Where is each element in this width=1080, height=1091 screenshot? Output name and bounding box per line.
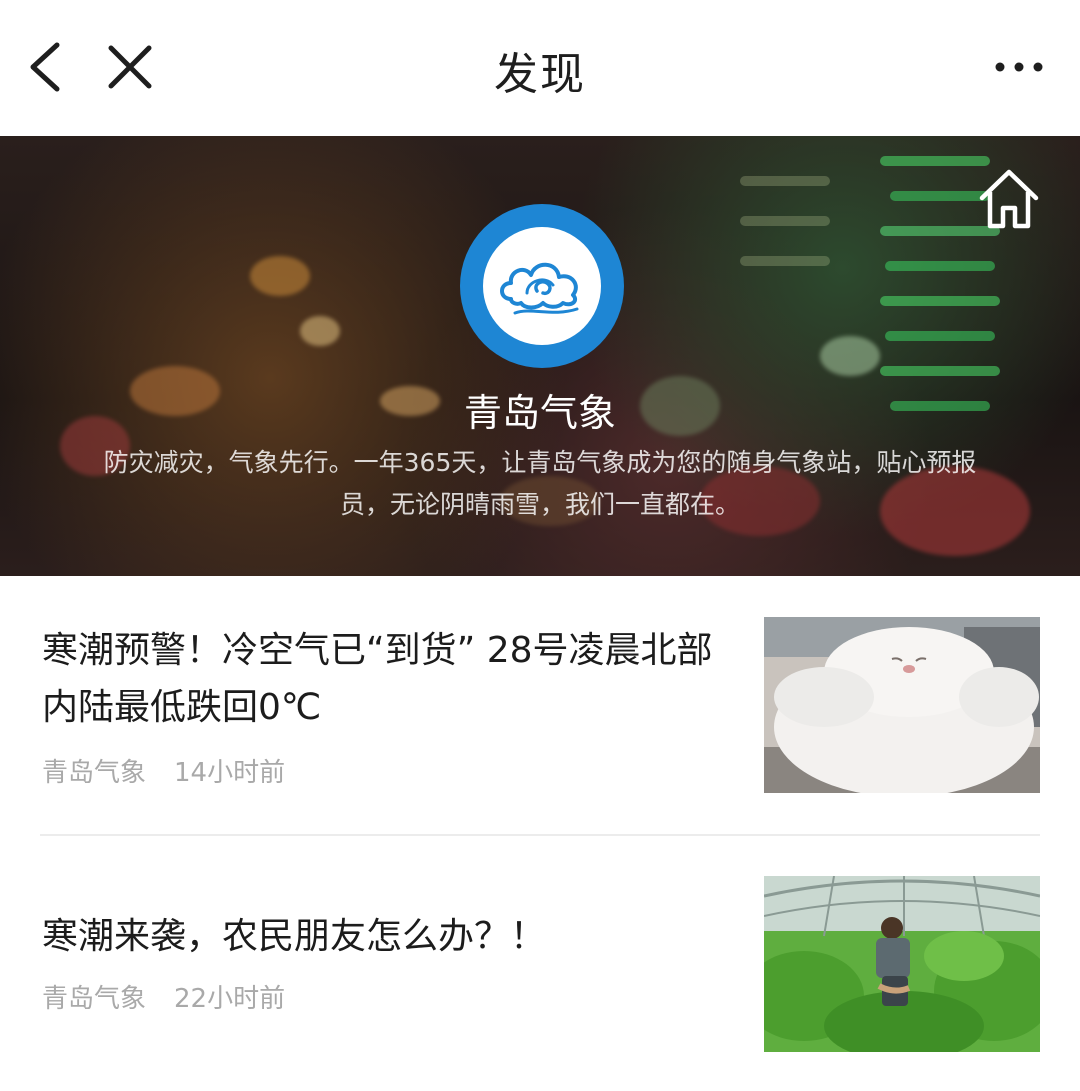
article-thumbnail-greenhouse (764, 876, 1040, 1052)
account-name: 青岛气象 (463, 391, 616, 435)
article-meta: 青岛气象 14小时前 (42, 752, 313, 789)
article-item[interactable]: 寒潮来袭，农民朋友怎么办？！ 青岛气象 22小时前 (0, 836, 1080, 1091)
cloud-logo-icon (500, 262, 579, 315)
article-title: 寒潮预警！冷空气已“到货” 28号凌晨北部内陆最低跌回0℃ (42, 630, 713, 728)
top-nav-bar: 发现 (0, 0, 1080, 136)
article-source: 青岛气象 (42, 758, 147, 788)
page-title: 发现 (494, 49, 586, 100)
more-horizontal-icon (995, 62, 1043, 72)
article-time: 22小时前 (174, 984, 286, 1014)
account-avatar (460, 204, 624, 368)
article-title: 寒潮来袭，农民朋友怎么办？！ (42, 916, 547, 957)
article-thumbnail-cat (764, 617, 1040, 793)
home-icon (979, 169, 1039, 229)
article-item[interactable]: 寒潮预警！冷空气已“到货” 28号凌晨北部内陆最低跌回0℃ 青岛气象 14小时前 (0, 576, 1080, 834)
article-meta: 青岛气象 22小时前 (42, 978, 313, 1015)
greenhouse-farmer-image (764, 876, 1040, 1052)
more-button[interactable] (984, 32, 1054, 102)
account-description: 防灾减灾，气象先行。一年365天，让青岛气象成为您的随身气象站，贴心预报员，无论… (103, 448, 977, 519)
article-time: 14小时前 (174, 758, 286, 788)
profile-banner: 青岛气象 防灾减灾，气象先行。一年365天，让青岛气象成为您的随身气象站，贴心预… (0, 136, 1080, 576)
home-button[interactable] (976, 166, 1042, 232)
fluffy-white-cat-image (764, 617, 1040, 793)
article-source: 青岛气象 (42, 984, 147, 1014)
